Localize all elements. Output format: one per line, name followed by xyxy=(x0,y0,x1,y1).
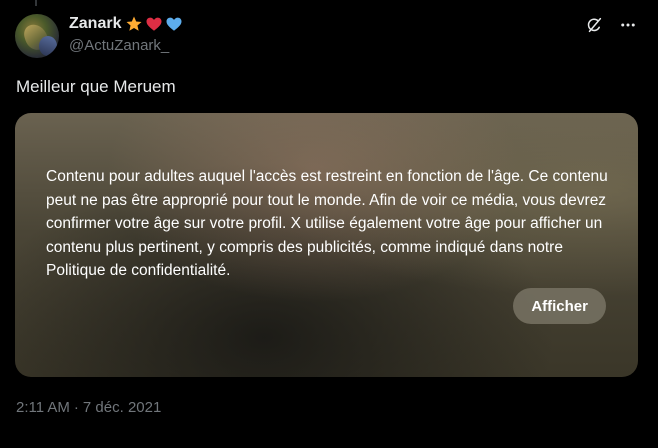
avatar-figure-detail xyxy=(39,36,57,56)
blue-heart-icon xyxy=(166,17,182,31)
star-emoji-icon xyxy=(126,16,142,31)
tweet-text: Meilleur que Meruem xyxy=(16,77,176,96)
tweet-timestamp[interactable]: 2:11 AM · 7 déc. 2021 xyxy=(16,399,161,416)
more-icon[interactable] xyxy=(618,15,638,35)
author-name[interactable]: Zanark xyxy=(69,14,183,34)
red-heart-icon xyxy=(146,17,162,31)
show-media-button[interactable]: Afficher xyxy=(513,288,606,324)
tweet-date[interactable]: 7 déc. 2021 xyxy=(83,399,161,416)
avatar[interactable] xyxy=(15,14,59,58)
tweet-time[interactable]: 2:11 AM xyxy=(16,399,70,416)
tweet-header-actions xyxy=(584,15,638,35)
thread-connector-line xyxy=(35,0,37,6)
author-badges xyxy=(125,15,183,33)
timestamp-separator: · xyxy=(73,399,79,416)
author-handle[interactable]: @ActuZanark_ xyxy=(69,37,169,54)
grok-icon[interactable] xyxy=(584,15,604,35)
sensitive-media-warning: Contenu pour adultes auquel l'accès est … xyxy=(46,168,608,279)
author-display-name[interactable]: Zanark xyxy=(69,15,121,33)
sensitive-media-card[interactable]: Contenu pour adultes auquel l'accès est … xyxy=(15,113,638,377)
